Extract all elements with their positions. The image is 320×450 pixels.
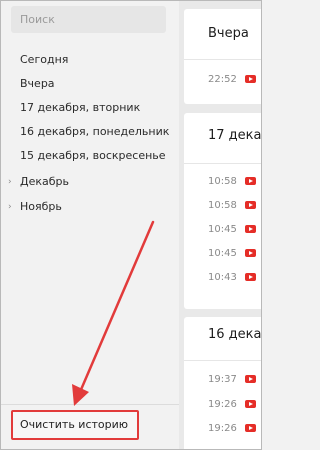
sidebar-item-label: 15 декабря, воскресенье [20,149,166,162]
group-title: Вчера [208,26,249,41]
sidebar-item-yesterday[interactable]: Вчера [20,75,55,93]
sidebar-item-label: 17 декабря, вторник [20,101,141,114]
sidebar-item-dec-17[interactable]: 17 декабря, вторник [20,99,140,117]
divider [184,360,261,361]
entry-time: 10:43 [208,272,237,283]
history-entry[interactable]: 19:26 [208,397,261,413]
history-entry[interactable]: 10:45 [208,222,261,238]
youtube-icon [245,177,256,185]
youtube-icon [245,424,256,432]
history-list: Вчера 22:52 17 декабря 10:58 10:58 10:45… [179,1,261,449]
sidebar-divider [1,404,179,405]
history-entry[interactable]: 10:43 [208,270,261,286]
chevron-right-icon[interactable]: › [8,173,12,191]
clear-history-button[interactable]: Очистить историю [11,410,139,440]
sidebar-item-label: Вчера [20,77,55,90]
youtube-icon [245,249,256,257]
entry-time: 22:52 [208,74,237,85]
youtube-icon [245,201,256,209]
history-group-dec-17: 17 декабря 10:58 10:58 10:45 10:45 10:43 [184,113,261,309]
youtube-icon [245,400,256,408]
clear-history-label: Очистить историю [20,418,129,431]
entry-time: 19:26 [208,399,237,410]
history-entry[interactable]: 22:52 [208,72,261,88]
entry-time: 19:37 [208,374,237,385]
sidebar-item-dec-16[interactable]: 16 декабря, понедельник [20,123,169,141]
group-title: 17 декабря [208,128,261,143]
entry-time: 10:58 [208,176,237,187]
youtube-icon [245,75,256,83]
chevron-right-icon[interactable]: › [8,198,12,216]
history-entry[interactable]: 10:58 [208,174,261,190]
youtube-icon [245,273,256,281]
history-entry[interactable]: 10:45 [208,246,261,262]
sidebar-item-dec-15[interactable]: 15 декабря, воскресенье [20,147,166,165]
sidebar-item-label: 16 декабря, понедельник [20,125,170,138]
entry-time: 10:58 [208,200,237,211]
youtube-icon [245,375,256,383]
youtube-icon [245,225,256,233]
history-group-yesterday: Вчера 22:52 [184,9,261,104]
sidebar-item-today[interactable]: Сегодня [20,51,68,69]
sidebar-item-label: Ноябрь [20,200,62,213]
entry-time: 19:26 [208,423,237,434]
history-entry[interactable]: 19:37 [208,372,261,388]
divider [184,163,261,164]
sidebar-item-november[interactable]: › Ноябрь [8,198,62,216]
search-input[interactable]: Поиск [11,6,166,33]
divider [184,59,261,60]
history-entry[interactable]: 10:58 [208,198,261,214]
history-group-dec-16: 16 декабря 19:37 19:26 19:26 [184,317,261,449]
group-title: 16 декабря [208,327,261,342]
history-entry[interactable]: 19:26 [208,421,261,437]
history-sidebar: Поиск Сегодня Вчера 17 декабря, вторник … [1,1,179,449]
entry-time: 10:45 [208,224,237,235]
sidebar-item-december[interactable]: › Декабрь [8,173,69,191]
sidebar-item-label: Декабрь [20,175,69,188]
entry-time: 10:45 [208,248,237,259]
sidebar-item-label: Сегодня [20,53,69,66]
